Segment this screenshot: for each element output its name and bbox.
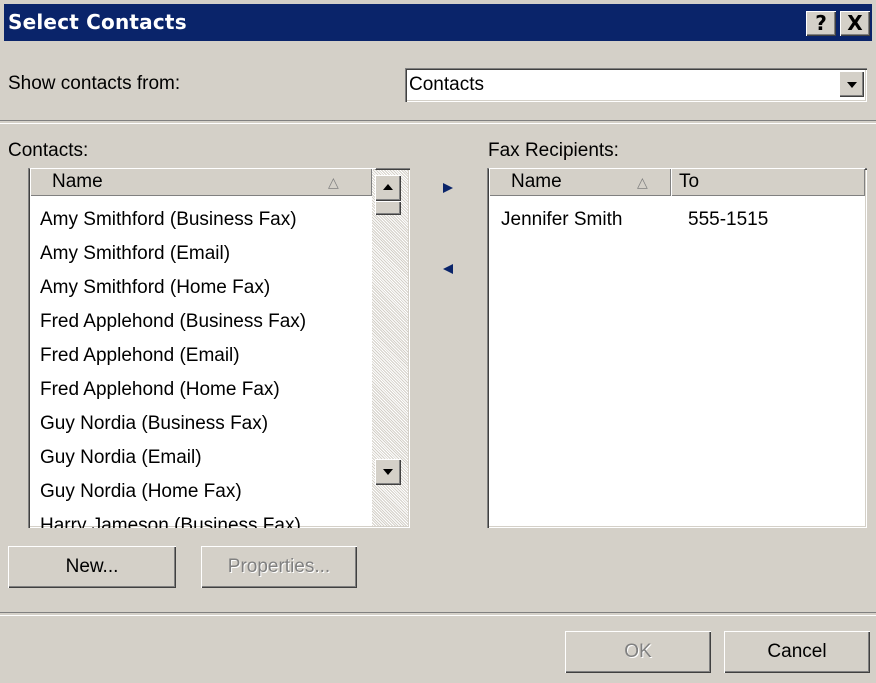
contacts-list[interactable]: Name △ Amy Smithford (Business Fax) Amy S…	[28, 168, 410, 528]
contact-list-item[interactable]: Amy Smithford (Email)	[40, 243, 230, 265]
help-button[interactable]: ?	[806, 11, 836, 36]
combo-selected-value: Contacts	[409, 74, 484, 95]
combo-dropdown-button[interactable]	[839, 71, 864, 97]
contact-list-item[interactable]: Amy Smithford (Business Fax)	[40, 209, 297, 231]
name-header-label: Name	[52, 171, 103, 192]
recipient-row-name[interactable]: Jennifer Smith	[501, 209, 622, 231]
contacts-label: Contacts:	[8, 140, 89, 161]
contact-list-item[interactable]: Guy Nordia (Email)	[40, 447, 202, 469]
contact-list-item[interactable]: Guy Nordia (Home Fax)	[40, 481, 242, 503]
contact-list-item[interactable]: Fred Applehond (Home Fax)	[40, 379, 280, 401]
scroll-thumb[interactable]	[375, 201, 401, 215]
separator-top	[0, 120, 876, 124]
show-contacts-from-combo[interactable]: Contacts	[405, 68, 867, 102]
scroll-down-button[interactable]	[375, 459, 401, 485]
add-recipient-arrow-icon[interactable]	[441, 181, 455, 195]
properties-button[interactable]: Properties...	[201, 546, 357, 588]
cancel-button[interactable]: Cancel	[724, 631, 870, 673]
recipients-name-header[interactable]: Name △	[489, 168, 671, 196]
contacts-scrollbar[interactable]	[372, 170, 408, 526]
recipients-to-header-label: To	[679, 171, 700, 192]
new-button[interactable]: New...	[8, 546, 176, 588]
contacts-name-header[interactable]: Name △	[30, 168, 372, 196]
chevron-down-icon	[847, 82, 857, 88]
dialog-title: Select Contacts	[8, 10, 187, 34]
scroll-up-button[interactable]	[375, 175, 401, 201]
scroll-up-arrow-icon	[383, 184, 393, 190]
contact-list-item[interactable]: Fred Applehond (Email)	[40, 345, 240, 367]
contact-list-item[interactable]: Guy Nordia (Business Fax)	[40, 413, 268, 435]
sort-ascending-icon: △	[328, 174, 339, 190]
scroll-down-arrow-icon	[383, 469, 393, 475]
recipients-name-header-label: Name	[511, 171, 562, 192]
title-bar[interactable]: Select Contacts ? X	[4, 4, 872, 41]
contact-list-item[interactable]: Harry Jameson (Business Fax)	[40, 515, 301, 528]
remove-recipient-arrow-icon[interactable]	[441, 262, 455, 276]
select-contacts-dialog: Select Contacts ? X Show contacts from: …	[0, 0, 876, 683]
show-contacts-from-label: Show contacts from:	[8, 73, 181, 94]
close-button[interactable]: X	[840, 11, 870, 36]
fax-recipients-list[interactable]: Name △ To Jennifer Smith 555-1515	[487, 168, 867, 528]
recipient-row-to[interactable]: 555-1515	[688, 209, 768, 231]
fax-recipients-label: Fax Recipients:	[488, 140, 619, 161]
recipients-to-header[interactable]: To	[671, 168, 865, 196]
separator-bottom	[0, 612, 876, 616]
contact-list-item[interactable]: Fred Applehond (Business Fax)	[40, 311, 306, 333]
sort-ascending-icon: △	[637, 174, 648, 190]
contact-list-item[interactable]: Amy Smithford (Home Fax)	[40, 277, 270, 299]
ok-button[interactable]: OK	[565, 631, 711, 673]
